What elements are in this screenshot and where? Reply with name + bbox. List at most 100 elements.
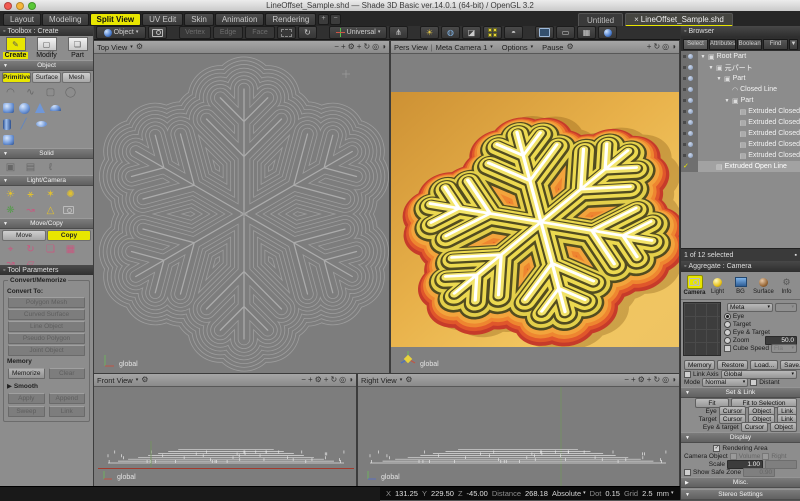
display-monitor-button[interactable] (535, 26, 554, 39)
show-safe-zone-checkbox[interactable] (684, 469, 691, 476)
visibility-toggles[interactable] (681, 150, 698, 161)
menu-tab-rendering[interactable]: Rendering (265, 13, 316, 26)
wireframe-sphere-button[interactable]: ◓ (504, 26, 523, 39)
load-button[interactable]: Load... (750, 360, 778, 370)
visibility-toggles[interactable] (681, 128, 698, 139)
options-dropdown[interactable]: Options (502, 43, 528, 52)
aggregate-tab-surface[interactable]: Surface (753, 276, 775, 295)
expander-icon[interactable]: ▼ (708, 65, 714, 71)
visibility-toggles[interactable]: ✓ (681, 161, 698, 172)
memorize-button[interactable]: Memorize (8, 368, 45, 379)
tab-primitive[interactable]: Primitive (2, 72, 31, 83)
aggregate-tab-info[interactable]: ⚙Info (776, 276, 798, 295)
tree-item-part[interactable]: ▼▣Part (681, 73, 800, 84)
menu-tab-modeling[interactable]: Modeling (42, 13, 88, 26)
magnify-icon[interactable]: ◎ (372, 42, 379, 52)
magnify-icon[interactable]: ◎ (662, 42, 669, 52)
view-gear-icon[interactable]: ⚙ (136, 42, 143, 52)
view-settings-icon[interactable]: ⚙ (315, 375, 322, 385)
copy-mirror-icon[interactable]: ↝ (3, 257, 18, 265)
tree-item-part[interactable]: ▼▣Part (681, 95, 800, 106)
distant-light-icon[interactable]: ❋ (3, 204, 18, 216)
save-button[interactable]: Save... (780, 360, 800, 370)
tree-item-extruded-closed[interactable]: ▤Extruded Closed (681, 128, 800, 139)
copy-array-icon[interactable]: ▦ (63, 243, 78, 255)
tab-mesh[interactable]: Mesh (62, 72, 91, 83)
view-gear-icon[interactable]: ⚙ (141, 375, 148, 385)
shading-icon[interactable]: ◑ (671, 42, 676, 52)
area-light-icon[interactable]: ✺ (63, 188, 78, 200)
skeleton-button[interactable]: ⋔ (389, 26, 408, 39)
tree-item-closed-line[interactable]: ◠Closed Line (681, 84, 800, 95)
tab-move[interactable]: Move (2, 230, 46, 241)
universal-manipulator-button[interactable]: Universal ▾ (329, 26, 387, 39)
zoom-out-icon[interactable]: − (624, 375, 629, 385)
tree-item-root-part[interactable]: ▼▣Root Part (681, 51, 800, 62)
toolbox-mode-create[interactable]: ✎ Create (0, 36, 31, 60)
target-radio[interactable] (724, 321, 731, 328)
browser-tab-find[interactable]: Find (763, 39, 788, 50)
solid-subtract-icon[interactable]: ▤ (23, 161, 38, 173)
view-gear-icon[interactable]: ⚙ (405, 375, 412, 385)
zoom-out-icon[interactable]: − (334, 42, 339, 52)
visibility-toggles[interactable] (681, 84, 698, 95)
controller-button[interactable]: ▭ (556, 26, 575, 39)
eye-target-radio[interactable] (724, 329, 731, 336)
tree-item-extruded-closed[interactable]: ▤Extruded Closed (681, 117, 800, 128)
aggregate-tab-light[interactable]: Light (707, 276, 729, 295)
render-preview-button[interactable] (148, 26, 167, 39)
cone-primitive-icon[interactable] (35, 103, 45, 113)
view-gear-icon[interactable]: ⚙ (566, 42, 573, 52)
tree-item-extruded-closed[interactable]: ▤Extruded Closed (681, 150, 800, 161)
lock-icon[interactable]: ▪ (795, 252, 797, 259)
rotate-view-icon[interactable]: ↻ (330, 375, 337, 385)
section-solid[interactable]: ▼Solid (0, 148, 93, 159)
rotate-view-icon[interactable]: ↻ (363, 42, 370, 52)
zoom-out-icon[interactable]: − (301, 375, 306, 385)
light-toggle-button[interactable]: ☀ (420, 26, 439, 39)
eyetarget-cursor-button[interactable]: Cursor (741, 422, 769, 432)
coordinate-mode-dropdown[interactable]: Absolute▾ (552, 489, 586, 498)
section-display[interactable]: ▼Display (681, 432, 800, 443)
browser-tab-select[interactable]: Select (683, 39, 708, 50)
grid-snap-button[interactable] (483, 26, 502, 39)
section-set-link[interactable]: ▼Set & Link (681, 387, 800, 398)
section-stereo-settings[interactable]: ▼Stereo Settings (681, 489, 800, 500)
visibility-toggles[interactable] (681, 117, 698, 128)
aggregate-tab-camera[interactable]: Camera (684, 275, 706, 296)
visibility-toggles[interactable] (681, 62, 698, 73)
mirror-button[interactable]: ◪ (462, 26, 481, 39)
visibility-toggles[interactable] (681, 139, 698, 150)
section-object[interactable]: ▼Object (0, 60, 93, 71)
close-doc-icon[interactable]: × (634, 15, 639, 24)
camera-select-dropdown[interactable]: Meta Camera 1 (436, 43, 488, 52)
hemisphere-primitive-icon[interactable] (50, 105, 61, 111)
copy-stack-icon[interactable]: ❏ (43, 243, 58, 255)
section-misc[interactable]: ▶Misc. (681, 477, 800, 488)
shading-icon[interactable]: ◑ (348, 375, 353, 385)
ambient-light-icon[interactable]: △ (43, 204, 58, 216)
rotate-view-icon[interactable]: ↻ (653, 42, 660, 52)
camera-create-icon[interactable] (63, 206, 74, 214)
restore-button[interactable]: Restore (717, 360, 748, 370)
menu-tab-uv-edit[interactable]: UV Edit (142, 13, 183, 26)
pan-icon[interactable]: + (324, 375, 329, 385)
tab-surface[interactable]: Surface (32, 72, 61, 83)
add-layout-button[interactable]: + (318, 14, 329, 25)
aggregate-tab-bg[interactable]: BG (730, 276, 752, 295)
magnify-icon[interactable]: ◎ (339, 375, 346, 385)
shading-icon[interactable]: ◑ (671, 375, 676, 385)
world-button[interactable]: ◍ (441, 26, 460, 39)
viewport-top[interactable]: Top View ▾ ⚙ −+⚙+↻◎◑ global (93, 40, 390, 373)
zoom-radio[interactable] (724, 337, 731, 344)
tree-item-extruded-closed[interactable]: ▤Extruded Closed (681, 139, 800, 150)
numeric-panel-button[interactable]: ▦ (577, 26, 596, 39)
section-move-copy[interactable]: ▼Move/Copy (0, 218, 93, 229)
zoom-in-icon[interactable]: + (647, 42, 652, 52)
doc-tab-lineoffset-sample[interactable]: × LineOffset_Sample.shd (625, 13, 733, 27)
sphere-primitive-icon[interactable] (19, 103, 30, 114)
rotate-view-icon[interactable]: ↻ (653, 375, 660, 385)
pan-icon[interactable]: + (357, 42, 362, 52)
unit-dropdown[interactable]: mm▾ (657, 489, 674, 498)
object-mode-button[interactable]: Object ▾ (96, 26, 146, 39)
